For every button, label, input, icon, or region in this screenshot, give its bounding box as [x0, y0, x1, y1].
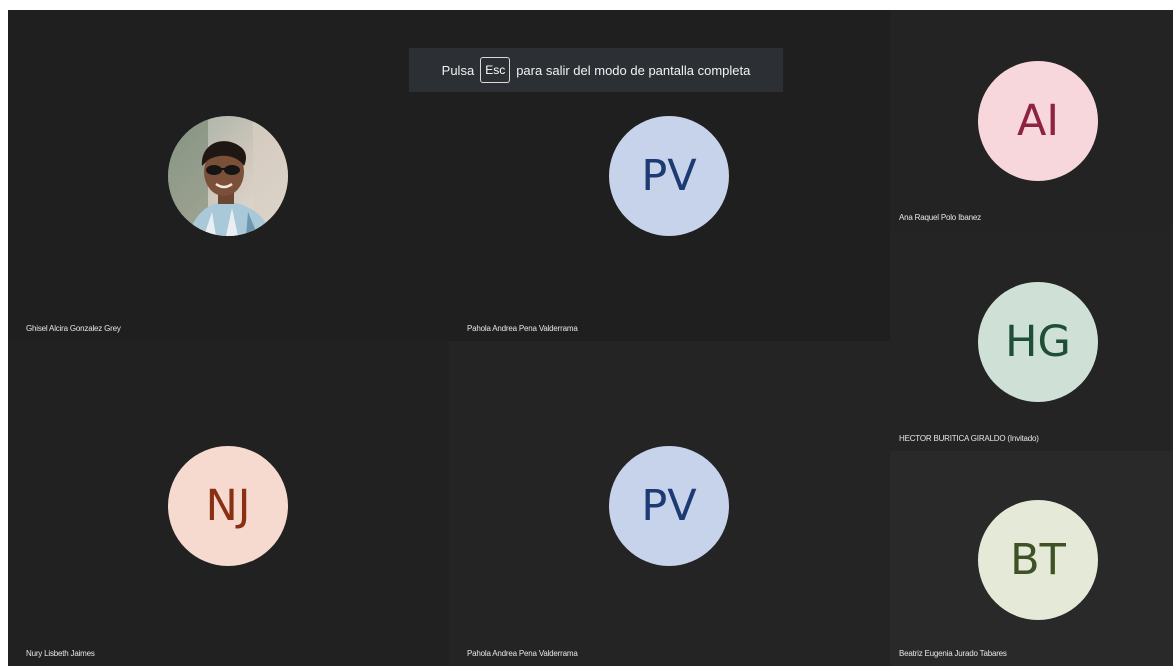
participant-avatar: PV — [609, 116, 729, 236]
participant-tile[interactable]: Ghisel Alcira Gonzalez Grey — [8, 10, 449, 341]
participant-tile[interactable]: AI Ana Raquel Polo Ibanez — [890, 10, 1173, 230]
participant-name: HECTOR BURITICA GIRALDO (Invitado) — [899, 434, 1039, 443]
participant-avatar: HG — [978, 282, 1098, 402]
participant-tile[interactable]: HG HECTOR BURITICA GIRALDO (Invitado) — [890, 230, 1173, 451]
participant-name: Pahola Andrea Pena Valderrama — [467, 324, 578, 333]
participant-avatar: BT — [978, 500, 1098, 620]
participant-name: Pahola Andrea Pena Valderrama — [467, 649, 578, 658]
participant-avatar: NJ — [168, 446, 288, 566]
participant-name: Ghisel Alcira Gonzalez Grey — [26, 324, 121, 333]
esc-key: Esc — [480, 57, 511, 83]
fullscreen-exit-banner: Pulsa Esc para salir del modo de pantall… — [409, 48, 783, 92]
participant-name: Ana Raquel Polo Ibanez — [899, 213, 981, 222]
participant-tile[interactable]: BT Beatriz Eugenia Jurado Tabares — [890, 451, 1173, 666]
banner-message: para salir del modo de pantalla completa — [516, 62, 751, 78]
profile-photo-icon — [168, 116, 288, 236]
participant-name: Nury Lisbeth Jaimes — [26, 649, 95, 658]
participant-avatar: AI — [978, 61, 1098, 181]
meeting-gallery: Ghisel Alcira Gonzalez Grey PV Pahola An… — [8, 10, 1173, 666]
participant-avatar: PV — [609, 446, 729, 566]
participant-tile[interactable]: NJ Nury Lisbeth Jaimes — [8, 341, 449, 666]
participant-tile[interactable]: PV Pahola Andrea Pena Valderrama — [449, 341, 890, 666]
participant-photo — [168, 116, 288, 236]
participant-name: Beatriz Eugenia Jurado Tabares — [899, 649, 1007, 658]
banner-prefix: Pulsa — [441, 62, 475, 78]
